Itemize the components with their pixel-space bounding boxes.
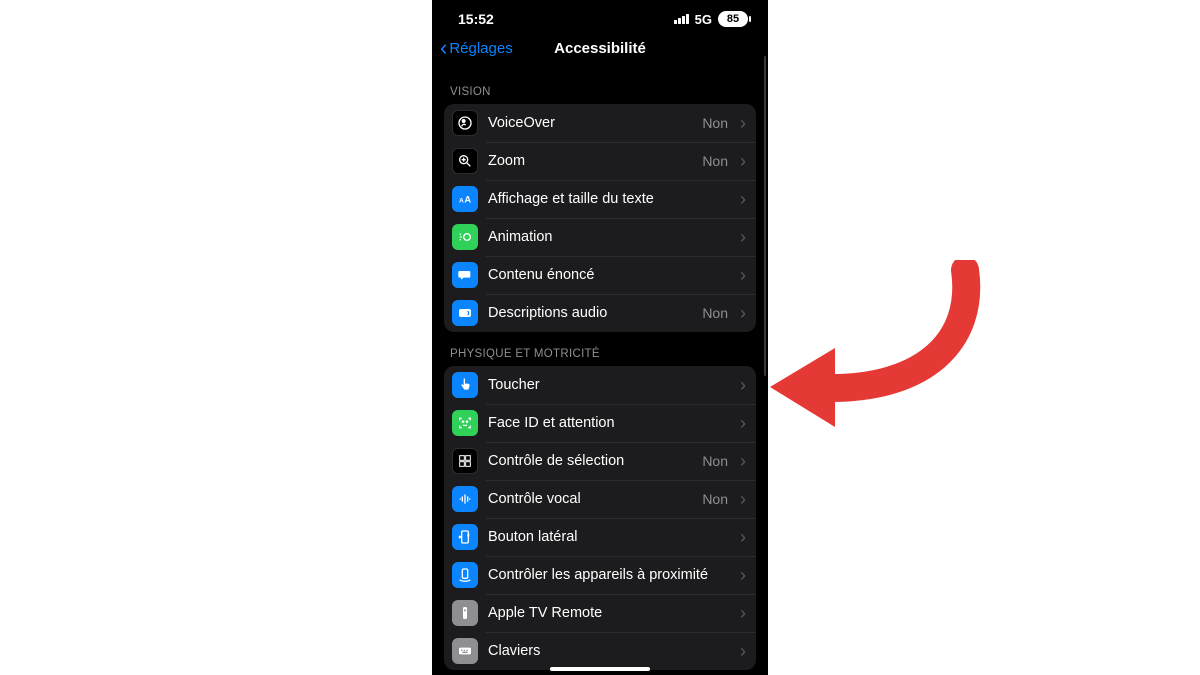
group-vision: VoiceOver Non › Zoom Non › AA Affichage … bbox=[444, 104, 756, 332]
voiceover-icon bbox=[452, 110, 478, 136]
row-label: Apple TV Remote bbox=[488, 605, 730, 621]
chevron-right-icon: › bbox=[740, 376, 746, 394]
svg-text:A: A bbox=[464, 194, 471, 204]
side-button-icon bbox=[452, 524, 478, 550]
chevron-right-icon: › bbox=[740, 490, 746, 508]
row-label: Bouton latéral bbox=[488, 529, 730, 545]
row-faceid-attention[interactable]: Face ID et attention › bbox=[444, 404, 756, 442]
chevron-right-icon: › bbox=[740, 604, 746, 622]
zoom-icon bbox=[452, 148, 478, 174]
remote-icon bbox=[452, 600, 478, 626]
motion-icon bbox=[452, 224, 478, 250]
signal-icon bbox=[674, 14, 689, 24]
status-right: 5G 85 bbox=[674, 11, 748, 27]
voice-control-icon bbox=[452, 486, 478, 512]
back-button[interactable]: ‹ Réglages bbox=[440, 37, 513, 59]
row-side-button[interactable]: Bouton latéral › bbox=[444, 518, 756, 556]
chevron-right-icon: › bbox=[740, 528, 746, 546]
row-label: Animation bbox=[488, 229, 730, 245]
row-switch-control[interactable]: Contrôle de sélection Non › bbox=[444, 442, 756, 480]
section-header-physical: PHYSIQUE ET MOTRICITÉ bbox=[444, 332, 756, 366]
row-value: Non bbox=[702, 305, 728, 321]
nearby-devices-icon bbox=[452, 562, 478, 588]
row-value: Non bbox=[702, 453, 728, 469]
chevron-right-icon: › bbox=[740, 228, 746, 246]
row-nearby-devices[interactable]: Contrôler les appareils à proximité › bbox=[444, 556, 756, 594]
row-label: Contrôler les appareils à proximité bbox=[488, 567, 730, 583]
row-label: Toucher bbox=[488, 377, 730, 393]
row-voiceover[interactable]: VoiceOver Non › bbox=[444, 104, 756, 142]
chevron-right-icon: › bbox=[740, 414, 746, 432]
annotation-arrow bbox=[765, 260, 985, 460]
row-spoken-content[interactable]: Contenu énoncé › bbox=[444, 256, 756, 294]
group-physical: Toucher › Face ID et attention › Contrôl… bbox=[444, 366, 756, 670]
row-display-text-size[interactable]: AA Affichage et taille du texte › bbox=[444, 180, 756, 218]
section-header-vision: VISION bbox=[444, 70, 756, 104]
row-value: Non bbox=[702, 153, 728, 169]
battery-icon: 85 bbox=[718, 11, 748, 27]
nav-header: ‹ Réglages Accessibilité bbox=[432, 34, 768, 62]
row-label: Contenu énoncé bbox=[488, 267, 730, 283]
status-bar: 15:52 5G 85 bbox=[432, 0, 768, 34]
svg-text:A: A bbox=[459, 197, 464, 204]
row-label: Contrôle de sélection bbox=[488, 453, 692, 469]
switch-control-icon bbox=[452, 448, 478, 474]
row-label: Face ID et attention bbox=[488, 415, 730, 431]
chevron-right-icon: › bbox=[740, 152, 746, 170]
chevron-right-icon: › bbox=[740, 266, 746, 284]
row-apple-tv-remote[interactable]: Apple TV Remote › bbox=[444, 594, 756, 632]
row-voice-control[interactable]: Contrôle vocal Non › bbox=[444, 480, 756, 518]
row-touch[interactable]: Toucher › bbox=[444, 366, 756, 404]
row-motion[interactable]: Animation › bbox=[444, 218, 756, 256]
chevron-right-icon: › bbox=[740, 566, 746, 584]
row-label: Descriptions audio bbox=[488, 305, 692, 321]
chevron-right-icon: › bbox=[740, 304, 746, 322]
scrollbar[interactable] bbox=[764, 56, 767, 376]
row-audio-descriptions[interactable]: Descriptions audio Non › bbox=[444, 294, 756, 332]
text-size-icon: AA bbox=[452, 186, 478, 212]
chevron-right-icon: › bbox=[740, 452, 746, 470]
speech-icon bbox=[452, 262, 478, 288]
row-zoom[interactable]: Zoom Non › bbox=[444, 142, 756, 180]
row-label: Affichage et taille du texte bbox=[488, 191, 730, 207]
row-value: Non bbox=[702, 115, 728, 131]
touch-icon bbox=[452, 372, 478, 398]
chevron-right-icon: › bbox=[740, 114, 746, 132]
phone-frame: 15:52 5G 85 ‹ Réglages Accessibilité VIS… bbox=[432, 0, 768, 675]
faceid-icon bbox=[452, 410, 478, 436]
status-time: 15:52 bbox=[458, 11, 494, 27]
home-indicator[interactable] bbox=[550, 667, 650, 671]
network-label: 5G bbox=[695, 12, 712, 27]
audio-desc-icon bbox=[452, 300, 478, 326]
row-label: Claviers bbox=[488, 643, 730, 659]
chevron-left-icon: ‹ bbox=[440, 37, 447, 59]
row-label: Zoom bbox=[488, 153, 692, 169]
row-value: Non bbox=[702, 491, 728, 507]
chevron-right-icon: › bbox=[740, 642, 746, 660]
back-label: Réglages bbox=[449, 40, 512, 57]
row-label: VoiceOver bbox=[488, 115, 692, 131]
row-keyboards[interactable]: Claviers › bbox=[444, 632, 756, 670]
keyboard-icon bbox=[452, 638, 478, 664]
content-scroll[interactable]: VISION VoiceOver Non › Zoom Non › bbox=[432, 70, 768, 675]
row-label: Contrôle vocal bbox=[488, 491, 692, 507]
chevron-right-icon: › bbox=[740, 190, 746, 208]
